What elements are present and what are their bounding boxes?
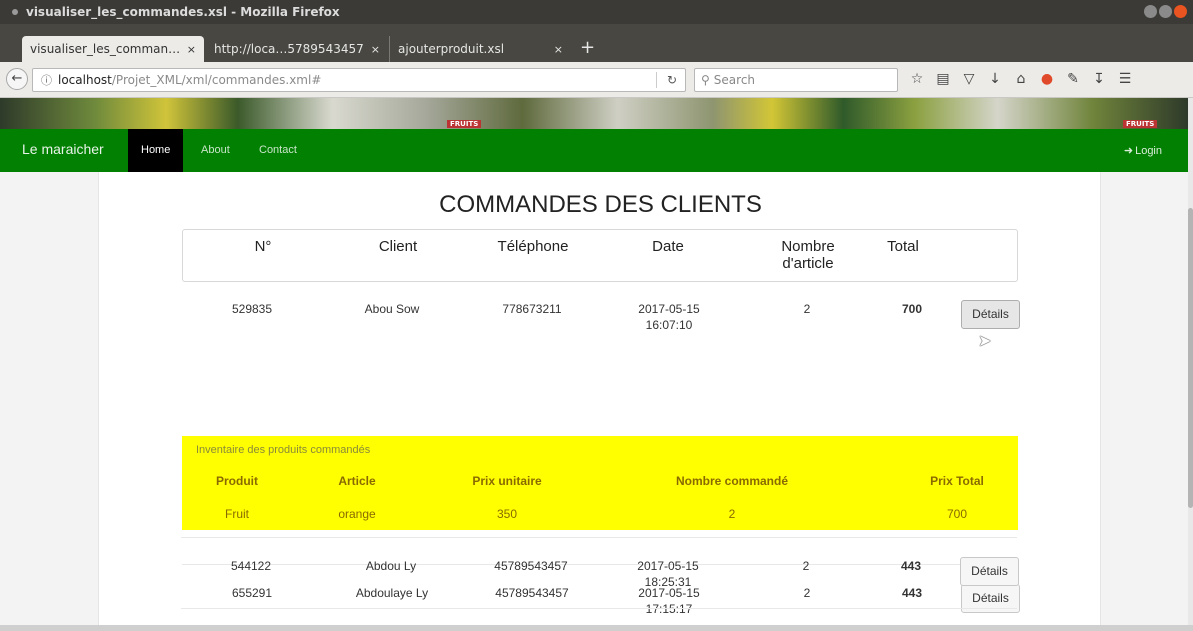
tab-close-icon[interactable]: × [371, 43, 380, 56]
url-host: localhost [58, 73, 112, 87]
window-controls [1144, 5, 1187, 18]
url-divider [656, 72, 657, 88]
orders-lower-rows: 544122 Abdou Ly 45789543457 2017-05-15 1… [98, 98, 1101, 625]
mouse-cursor-icon: ➤ [978, 331, 992, 350]
new-tab-icon[interactable]: + [580, 37, 595, 59]
tab-close-icon[interactable]: × [554, 43, 563, 56]
download-icon[interactable]: ↓ [988, 71, 1002, 87]
browser-navbar: ← ⓘ localhost/Projet_XML/xml/commandes.x… [0, 62, 1193, 98]
info-icon[interactable]: ⓘ [41, 72, 52, 88]
menu-icon[interactable]: ☰ [1118, 71, 1132, 87]
site-brand[interactable]: Le maraicher [22, 141, 104, 157]
home-icon[interactable]: ⌂ [1014, 71, 1028, 87]
extension-colorful-icon[interactable]: ● [1040, 71, 1054, 87]
tab-label: visualiser_les_comman… [30, 42, 181, 56]
order-client: Abdou Ly [365, 559, 417, 573]
tab-localhost-url[interactable]: http://loca…5789543457 × [206, 36, 388, 62]
save-download-icon[interactable]: ↧ [1092, 71, 1106, 87]
pocket-icon[interactable]: ▽ [962, 71, 976, 87]
banner-tag: FRUITS [1123, 120, 1158, 128]
order-total: 443 [900, 559, 922, 573]
order-count: 2 [802, 559, 810, 573]
tab-strip: visualiser_les_comman… × http://loca…578… [0, 24, 1193, 62]
url-path: /Projet_XML/xml/commandes.xml# [111, 73, 322, 87]
url-bar[interactable]: ⓘ localhost/Projet_XML/xml/commandes.xml… [32, 68, 686, 92]
reading-list-icon[interactable]: ▤ [936, 71, 950, 87]
tab-visualiser[interactable]: visualiser_les_comman… × [22, 36, 204, 62]
row-divider [181, 608, 1017, 609]
search-icon: ⚲ [701, 73, 710, 87]
maximize-icon[interactable] [1159, 5, 1172, 18]
order-datetime: 2017-05-15 18:25:31 [618, 558, 718, 590]
order-time: 18:25:31 [644, 575, 692, 589]
login-label: Login [1135, 145, 1162, 157]
window-titlebar: visualiser_les_commandes.xsl - Mozilla F… [0, 0, 1193, 24]
reload-icon[interactable]: ↻ [667, 73, 677, 87]
tab-label: http://loca…5789543457 [214, 42, 364, 56]
minimize-icon[interactable] [1144, 5, 1157, 18]
login-icon: ➜ [1123, 145, 1134, 157]
row-divider [181, 537, 1017, 538]
window-bottom-edge [0, 625, 1193, 631]
bookmark-star-icon[interactable]: ☆ [910, 71, 924, 87]
search-input[interactable]: ⚲ Search [694, 68, 898, 92]
pen-icon[interactable]: ✎ [1066, 71, 1080, 87]
search-placeholder: Search [713, 73, 756, 87]
scrollbar-thumb[interactable] [1188, 208, 1193, 508]
order-date: 2017-05-15 [637, 559, 699, 573]
order-phone: 45789543457 [494, 559, 568, 573]
page-scrollbar[interactable] [1188, 98, 1193, 625]
tab-close-icon[interactable]: × [187, 43, 196, 56]
window-dot-icon [12, 9, 18, 15]
tab-ajouterproduit[interactable]: ajouterproduit.xsl × [389, 36, 571, 62]
back-arrow-icon[interactable]: ← [6, 68, 28, 90]
order-num: 544122 [230, 559, 272, 573]
login-link[interactable]: ➜ Login [1124, 144, 1162, 157]
close-window-icon[interactable] [1174, 5, 1187, 18]
details-button[interactable]: Détails [960, 557, 1019, 586]
toolbar-icons: ☆ ▤ ▽ ↓ ⌂ ● ✎ ↧ ☰ [910, 71, 1132, 87]
tab-label: ajouterproduit.xsl [398, 42, 505, 56]
window-title: visualiser_les_commandes.xsl - Mozilla F… [26, 5, 340, 19]
